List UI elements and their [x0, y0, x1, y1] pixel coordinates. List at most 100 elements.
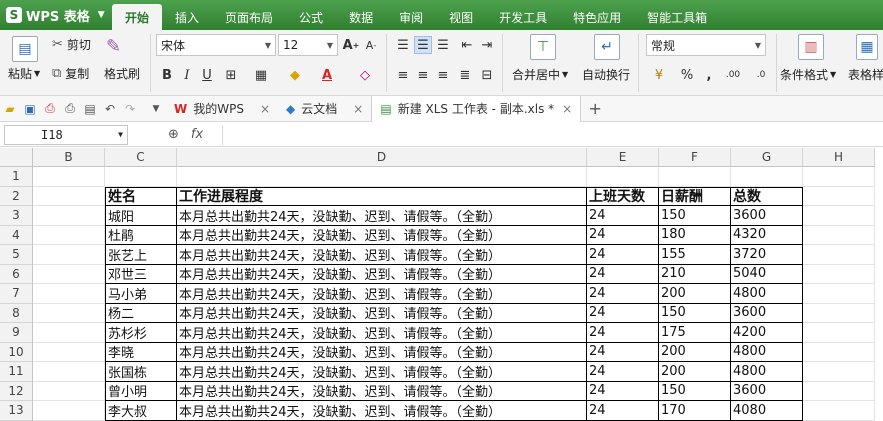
grid-cell[interactable]: [803, 401, 875, 421]
align-top-icon[interactable]: ☰: [394, 36, 412, 54]
row-header[interactable]: 7: [0, 284, 33, 304]
table-cell[interactable]: 24: [587, 401, 659, 421]
tab-cloud-docs[interactable]: ◆ 云文档 ×: [278, 96, 371, 122]
table-style-button[interactable]: 表格样: [848, 66, 883, 83]
table-cell[interactable]: 本月总共出勤共24天，没缺勤、迟到、请假等。（全勤）: [177, 381, 587, 401]
merge-center-icon-button[interactable]: ⊤: [530, 34, 556, 60]
column-header[interactable]: D: [177, 148, 587, 167]
align-center-icon[interactable]: ≡: [414, 66, 432, 84]
save-icon[interactable]: ▣: [20, 99, 40, 119]
fill-color-icon[interactable]: ◆: [286, 66, 304, 84]
table-header-cell[interactable]: 总数: [731, 186, 803, 206]
close-icon[interactable]: ×: [353, 102, 363, 116]
table-cell[interactable]: 150: [659, 206, 731, 226]
row-header[interactable]: 11: [0, 362, 33, 382]
grid-cell[interactable]: [803, 167, 875, 187]
grid-cell[interactable]: [33, 186, 105, 206]
column-header[interactable]: H: [803, 148, 875, 167]
conditional-format-button[interactable]: 条件格式 ▼: [780, 66, 836, 83]
undo-icon[interactable]: ↶: [100, 99, 120, 119]
table-cell[interactable]: 杨二: [105, 303, 177, 323]
table-cell[interactable]: 杜鹃: [105, 225, 177, 245]
table-cell[interactable]: 4800: [731, 342, 803, 362]
table-header-cell[interactable]: 姓名: [105, 186, 177, 206]
tab-developer[interactable]: 开发工具: [486, 4, 560, 30]
format-painter-button[interactable]: 格式刷: [104, 65, 140, 82]
column-header[interactable]: F: [659, 148, 731, 167]
tab-formulas[interactable]: 公式: [286, 4, 336, 30]
table-cell[interactable]: 4800: [731, 284, 803, 304]
grid-cell[interactable]: [33, 342, 105, 362]
table-cell[interactable]: 155: [659, 245, 731, 265]
function-icon[interactable]: fx: [191, 127, 203, 142]
table-cell[interactable]: 3720: [731, 245, 803, 265]
row-header[interactable]: 2: [0, 186, 33, 206]
open-folder-icon[interactable]: ▰: [0, 99, 20, 119]
table-style-icon-button[interactable]: ▦: [856, 34, 878, 60]
column-header[interactable]: E: [587, 148, 659, 167]
app-menu-button[interactable]: S WPS 表格 ▼: [0, 0, 112, 30]
table-cell[interactable]: 180: [659, 225, 731, 245]
column-header[interactable]: G: [731, 148, 803, 167]
table-cell[interactable]: 张艺上: [105, 245, 177, 265]
grid-cell[interactable]: [803, 284, 875, 304]
row-header[interactable]: 3: [0, 206, 33, 226]
cut-button[interactable]: ✂ 剪切: [52, 36, 91, 53]
table-cell[interactable]: 170: [659, 401, 731, 421]
table-cell[interactable]: 150: [659, 303, 731, 323]
table-cell[interactable]: 苏杉杉: [105, 323, 177, 343]
grid-cell[interactable]: [803, 186, 875, 206]
row-header[interactable]: 5: [0, 245, 33, 265]
tab-start[interactable]: 开始: [112, 4, 163, 30]
grid-cell[interactable]: [33, 264, 105, 284]
font-size-select[interactable]: 12 ▼: [278, 34, 338, 56]
tab-special-apps[interactable]: 特色应用: [560, 4, 634, 30]
table-cell[interactable]: 本月总共出勤共24天，没缺勤、迟到、请假等。（全勤）: [177, 323, 587, 343]
tab-smart-toolbox[interactable]: 智能工具箱: [634, 4, 720, 30]
align-middle-icon[interactable]: ☰: [414, 36, 432, 54]
table-cell[interactable]: 175: [659, 323, 731, 343]
table-cell[interactable]: 本月总共出勤共24天，没缺勤、迟到、请假等。（全勤）: [177, 284, 587, 304]
justify-icon[interactable]: ≣: [456, 66, 474, 84]
grid-cell[interactable]: [659, 167, 731, 187]
grid-cell[interactable]: [33, 284, 105, 304]
distribute-icon[interactable]: ⊟: [478, 66, 496, 84]
table-cell[interactable]: 曾小明: [105, 381, 177, 401]
wrap-text-button[interactable]: 自动换行: [582, 66, 630, 83]
column-header[interactable]: B: [33, 148, 105, 167]
print-preview-icon[interactable]: ⎙: [40, 99, 60, 119]
table-cell[interactable]: 本月总共出勤共24天，没缺勤、迟到、请假等。（全勤）: [177, 362, 587, 382]
grid-cell[interactable]: [803, 342, 875, 362]
table-cell[interactable]: 本月总共出勤共24天，没缺勤、迟到、请假等。（全勤）: [177, 225, 587, 245]
table-cell[interactable]: 5040: [731, 264, 803, 284]
table-cell[interactable]: 城阳: [105, 206, 177, 226]
column-header[interactable]: C: [105, 148, 177, 167]
table-cell[interactable]: 4080: [731, 401, 803, 421]
grid-cell[interactable]: [803, 362, 875, 382]
row-header[interactable]: 4: [0, 225, 33, 245]
paste-dropdown[interactable]: 粘贴 ▼: [8, 65, 40, 82]
grid-cell[interactable]: [33, 303, 105, 323]
table-cell[interactable]: 3600: [731, 206, 803, 226]
table-header-cell[interactable]: 工作进展程度: [177, 186, 587, 206]
table-cell[interactable]: 24: [587, 245, 659, 265]
tab-insert[interactable]: 插入: [162, 4, 212, 30]
table-cell[interactable]: 200: [659, 342, 731, 362]
wrap-text-icon-button[interactable]: ↵: [594, 34, 620, 60]
table-cell[interactable]: 24: [587, 225, 659, 245]
chevron-down-icon[interactable]: ▼: [146, 99, 166, 119]
table-cell[interactable]: 本月总共出勤共24天，没缺勤、迟到、请假等。（全勤）: [177, 206, 587, 226]
table-cell[interactable]: 3600: [731, 303, 803, 323]
grid-cell[interactable]: [33, 245, 105, 265]
align-right-icon[interactable]: ≡: [434, 66, 452, 84]
table-cell[interactable]: 24: [587, 206, 659, 226]
print-icon[interactable]: ⎙: [60, 99, 80, 119]
redo-icon[interactable]: ↷: [120, 99, 140, 119]
table-cell[interactable]: 马小弟: [105, 284, 177, 304]
grid-cell[interactable]: [803, 206, 875, 226]
table-cell[interactable]: 24: [587, 303, 659, 323]
row-header[interactable]: 8: [0, 303, 33, 323]
format-painter-icon-button[interactable]: ✎: [106, 36, 121, 57]
conditional-format-icon-button[interactable]: ▥: [798, 34, 824, 60]
increase-decimal-icon[interactable]: .00: [724, 66, 742, 84]
